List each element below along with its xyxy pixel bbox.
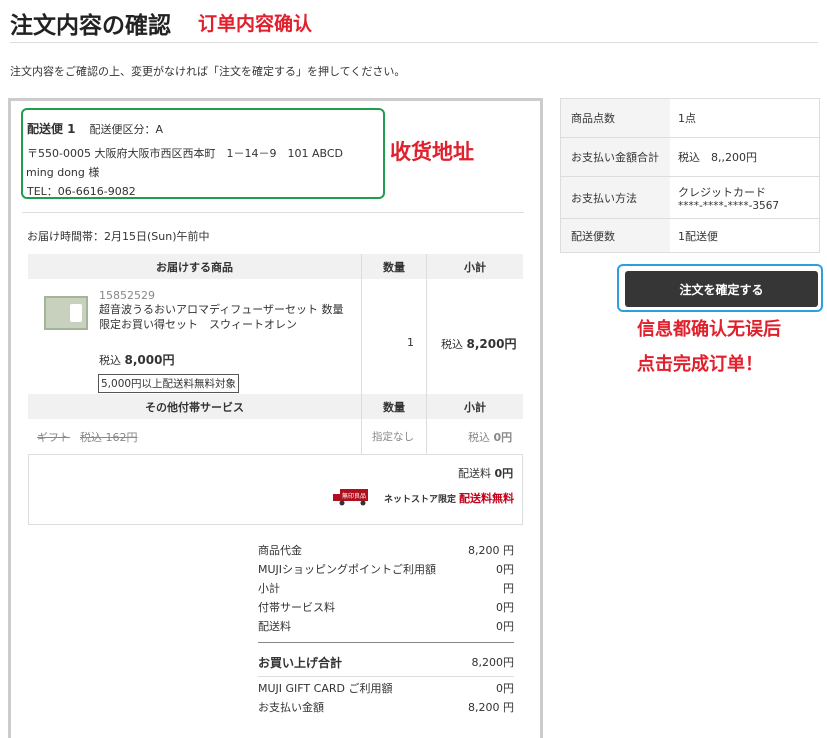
side-value-text: 1配送便 (678, 229, 718, 243)
truck-logo-text: 無印良品 (342, 492, 366, 500)
side-row-payment-total: お支払い金額合計 税込 8,,200円 (561, 138, 819, 176)
gift-service: ギフト 税込 162円 (37, 429, 148, 445)
summary-value: 0円 (496, 682, 514, 695)
price-prefix: 税込 (99, 354, 121, 367)
summary-row: 商品代金 8,200 円 (258, 542, 514, 558)
summary-total-row: お買い上げ合計 8,200円 (258, 654, 514, 671)
gift-subtotal-value: 0円 (493, 431, 513, 444)
summary-label: 小計 (258, 582, 280, 595)
summary-row: MUJIショッピングポイントご利用額 0円 (258, 561, 514, 577)
side-value: 1配送便 (670, 219, 819, 252)
side-value-text: 税込 8,,200円 (678, 151, 757, 164)
summary-row: 付帯サービス料 0円 (258, 599, 514, 615)
product-price: 税込 8,000円 (99, 351, 174, 368)
summary-label: 付帯サービス料 (258, 601, 335, 614)
gift-price: 税込 162円 (80, 431, 138, 444)
summary-row: MUJI GIFT CARD ご利用額 0円 (258, 680, 514, 696)
address-annotation: 收货地址 (390, 140, 474, 164)
summary-divider (258, 642, 514, 643)
postal-address: 〒550-0005 大阪府大阪市西区西本町 1－14－9 101 ABCD (27, 147, 343, 160)
gift-quantity: 指定なし (372, 431, 414, 443)
truck-icon: 無印良品 (333, 489, 368, 506)
summary-row: お支払い金額 8,200 円 (258, 699, 514, 715)
column-header-service: その他付帯サービス (28, 394, 361, 419)
summary-row: 小計 円 (258, 580, 514, 596)
table-border (426, 394, 427, 454)
gift-subtotal: 税込 0円 (468, 429, 512, 445)
summary-label: お支払い金額 (258, 701, 324, 714)
side-row-payment-method: お支払い方法 クレジットカード ****-****-****-3567 (561, 177, 819, 218)
confirm-annotation-line2: 点击完成订单！ (637, 354, 763, 375)
summary-label: 商品代金 (258, 544, 302, 557)
summary-value: 円 (503, 582, 514, 595)
column-header-service-subtotal: 小計 (427, 394, 523, 419)
shipment-header: 配送便 1 配送便区分：A (27, 120, 163, 137)
table-border (361, 394, 362, 454)
product-name-link[interactable]: 超音波うるおいアロマディフューザーセット 数量限定お買い得セット スウィートオレ… (99, 302, 351, 332)
summary-divider (258, 676, 514, 677)
summary-value: 8,200 円 (468, 701, 514, 714)
shipment-category: 配送便区分：A (89, 123, 164, 136)
table-border (28, 454, 523, 455)
price-value: 8,000円 (124, 353, 175, 367)
summary-value: 0円 (496, 563, 514, 576)
subtotal-value: 8,200円 (466, 337, 517, 351)
side-row-shipment-count: 配送便数 1配送便 (561, 219, 819, 252)
summary-value: 8,200 円 (468, 544, 514, 557)
side-label: お支払い方法 (561, 177, 670, 218)
table-border (28, 524, 523, 525)
side-value: 1点 (670, 99, 819, 137)
subtotal-prefix: 税込 (441, 338, 463, 351)
confirm-annotation-line1: 信息都确认无误后 (637, 319, 781, 340)
product-quantity: 1 (407, 336, 414, 349)
delivery-time: お届け時間帯：2月15日(Sun)午前中 (27, 230, 210, 243)
product-thumbnail[interactable] (44, 296, 88, 330)
side-value: 税込 8,,200円 (670, 138, 819, 176)
summary-value: 0円 (496, 620, 514, 633)
total-value: 8,200円 (471, 656, 515, 669)
side-label: お支払い金額合計 (561, 138, 670, 176)
column-header-product: お届けする商品 (28, 254, 361, 279)
recipient-name: ming dong 様 (26, 166, 100, 179)
total-label: お買い上げ合計 (258, 656, 343, 670)
column-header-service-quantity: 数量 (362, 394, 426, 419)
summary-label: MUJI GIFT CARD ご利用額 (258, 682, 393, 695)
gift-name: ギフト (37, 431, 70, 444)
product-code: 15852529 (99, 289, 155, 302)
side-value-text: 1点 (678, 112, 696, 125)
side-row-item-count: 商品点数 1点 (561, 99, 819, 137)
table-border (28, 454, 29, 524)
free-shipping-badge: 5,000円以上配送料無料対象 (98, 374, 240, 393)
product-subtotal: 税込 8,200円 (441, 335, 516, 352)
table-border (361, 254, 362, 397)
shipment-label: 配送便 1 (27, 122, 76, 136)
netstore-label: ネットストア限定 (384, 495, 457, 505)
summary-label: 配送料 (258, 620, 291, 633)
table-border (426, 254, 427, 397)
gift-subtotal-prefix: 税込 (468, 431, 490, 444)
column-header-subtotal: 小計 (427, 254, 523, 279)
summary-value: 0円 (496, 601, 514, 614)
page-title: 注文内容の確認 (10, 13, 171, 39)
recipient-tel: TEL：06-6616-9082 (27, 185, 136, 198)
summary-label: MUJIショッピングポイントご利用額 (258, 563, 437, 576)
free-shipping-label: 配送料無料 (459, 492, 514, 505)
shipping-fee-label: 配送料 (458, 467, 491, 480)
shipping-fee-value: 0円 (494, 467, 514, 480)
column-header-quantity: 数量 (362, 254, 426, 279)
instruction-text: 注文内容をご確認の上、変更がなければ「注文を確定する」を押してください。 (10, 65, 406, 78)
confirm-order-button[interactable]: 注文を確定する (625, 271, 818, 307)
table-border (522, 454, 523, 524)
summary-row: 配送料 0円 (258, 618, 514, 634)
side-label: 商品点数 (561, 99, 670, 137)
divider (22, 212, 524, 213)
side-value-text: クレジットカード (678, 185, 766, 199)
side-label: 配送便数 (561, 219, 670, 252)
title-divider (10, 42, 818, 43)
card-number: ****-****-****-3567 (678, 199, 780, 212)
page-title-annotation: 订单内容确认 (198, 13, 313, 35)
side-value: クレジットカード ****-****-****-3567 (670, 177, 819, 218)
shipping-fee: 配送料 0円 (458, 465, 513, 481)
